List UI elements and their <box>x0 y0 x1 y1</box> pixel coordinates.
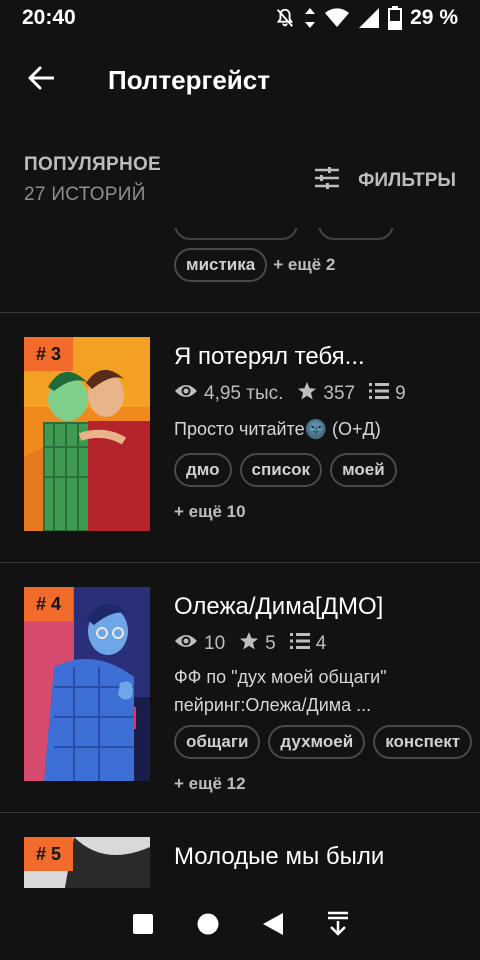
recents-button[interactable] <box>123 904 163 944</box>
arrow-back-icon <box>28 66 55 95</box>
story-title[interactable]: Молодые мы были <box>174 841 464 873</box>
page-title: Полтергейст <box>108 64 270 95</box>
tune-icon <box>314 166 340 196</box>
tag-chip-clipped[interactable] <box>174 228 298 240</box>
story-title[interactable]: Олежа/Дима[ДМО] <box>174 591 464 623</box>
story-description: Просто читайте🌚 (О+Д) <box>174 419 381 439</box>
filter-label: ФИЛЬТРЫ <box>358 170 456 191</box>
list-icon <box>369 382 390 406</box>
more-tags[interactable]: + ещё 12 <box>174 767 246 801</box>
home-button[interactable] <box>188 904 228 944</box>
rank-badge: # 3 <box>24 337 74 371</box>
list-icon <box>289 632 310 656</box>
square-icon <box>132 914 153 934</box>
star-icon <box>239 631 259 657</box>
story-cover: # 3 <box>24 337 150 531</box>
filter-button[interactable]: ФИЛЬТРЫ <box>314 166 456 196</box>
vote-count: 5 <box>265 633 276 654</box>
rank-badge: # 4 <box>24 587 74 621</box>
mute-icon <box>274 7 296 29</box>
back-nav-button[interactable] <box>253 904 293 944</box>
eye-icon <box>174 382 198 406</box>
star-icon <box>297 381 317 407</box>
status-time: 20:40 <box>22 6 76 29</box>
story-description: ФФ по "дух моей общаги" <box>174 667 387 687</box>
battery-icon <box>388 6 403 30</box>
notifications-pull-button[interactable] <box>318 904 358 944</box>
story-item[interactable]: # 3 Я потерял тебя... 4,95 тыс. 357 9 Пр… <box>0 313 480 563</box>
part-count: 4 <box>315 633 327 654</box>
sort-header: ПОПУЛЯРНОЕ 27 ИСТОРИЙ ФИЛЬТРЫ <box>0 124 480 228</box>
list-item[interactable]: мистика + ещё 2 <box>0 228 480 313</box>
tag-chip[interactable]: дмо <box>174 453 232 487</box>
vote-count: 357 <box>323 383 356 404</box>
story-stats: 4,95 тыс. 357 9 <box>174 381 464 407</box>
part-count: 9 <box>395 383 406 404</box>
circle-icon <box>197 913 218 935</box>
data-arrows-icon <box>304 7 316 29</box>
more-tags[interactable]: + ещё 2 <box>273 248 335 282</box>
story-title[interactable]: Я потерял тебя... <box>174 341 464 373</box>
more-tags[interactable]: + ещё 10 <box>174 495 246 529</box>
battery-percent: 29 % <box>410 6 458 29</box>
story-cover: # 5 <box>24 837 150 888</box>
story-list[interactable]: мистика + ещё 2 # 3 Я потерял тебя... 4,… <box>0 228 480 888</box>
wifi-icon <box>324 7 350 29</box>
app-bar: Полтергейст <box>0 36 480 124</box>
back-button[interactable] <box>0 40 80 120</box>
story-stats: 10 5 4 <box>174 631 464 657</box>
system-nav-bar <box>0 888 480 960</box>
tag-chip[interactable]: мистика <box>174 248 268 282</box>
tag-chip-clipped[interactable] <box>318 228 394 240</box>
view-count: 10 <box>204 633 226 654</box>
tag-chip[interactable]: конспект <box>373 725 473 759</box>
tag-chip[interactable]: общаги <box>174 725 261 759</box>
story-count: 27 ИСТОРИЙ <box>24 184 146 205</box>
story-description-line-2: пейринг:Олежа/Дима ... <box>174 695 372 715</box>
tag-chip[interactable]: духмоей <box>268 725 366 759</box>
signal-icon <box>358 7 380 29</box>
eye-icon <box>174 632 198 656</box>
tag-list: общаги духмоей конспект + ещё 12 <box>174 725 474 801</box>
status-bar: 20:40 29 % <box>0 0 480 36</box>
pull-down-icon <box>327 911 348 936</box>
sort-label[interactable]: ПОПУЛЯРНОЕ <box>24 154 161 176</box>
story-item[interactable]: # 4 Олежа/Дима[ДМО] 10 5 4 ФФ по "дух мо… <box>0 563 480 813</box>
story-cover: # 4 <box>24 587 150 781</box>
tag-chip[interactable]: список <box>239 453 323 487</box>
story-item[interactable]: # 5 Молодые мы были <box>0 813 480 888</box>
rank-badge: # 5 <box>24 837 74 871</box>
tag-list: дмо список моей + ещё 10 <box>174 453 474 529</box>
triangle-back-icon <box>262 913 283 935</box>
tag-chip[interactable]: моей <box>330 453 397 487</box>
view-count: 4,95 тыс. <box>204 383 284 404</box>
